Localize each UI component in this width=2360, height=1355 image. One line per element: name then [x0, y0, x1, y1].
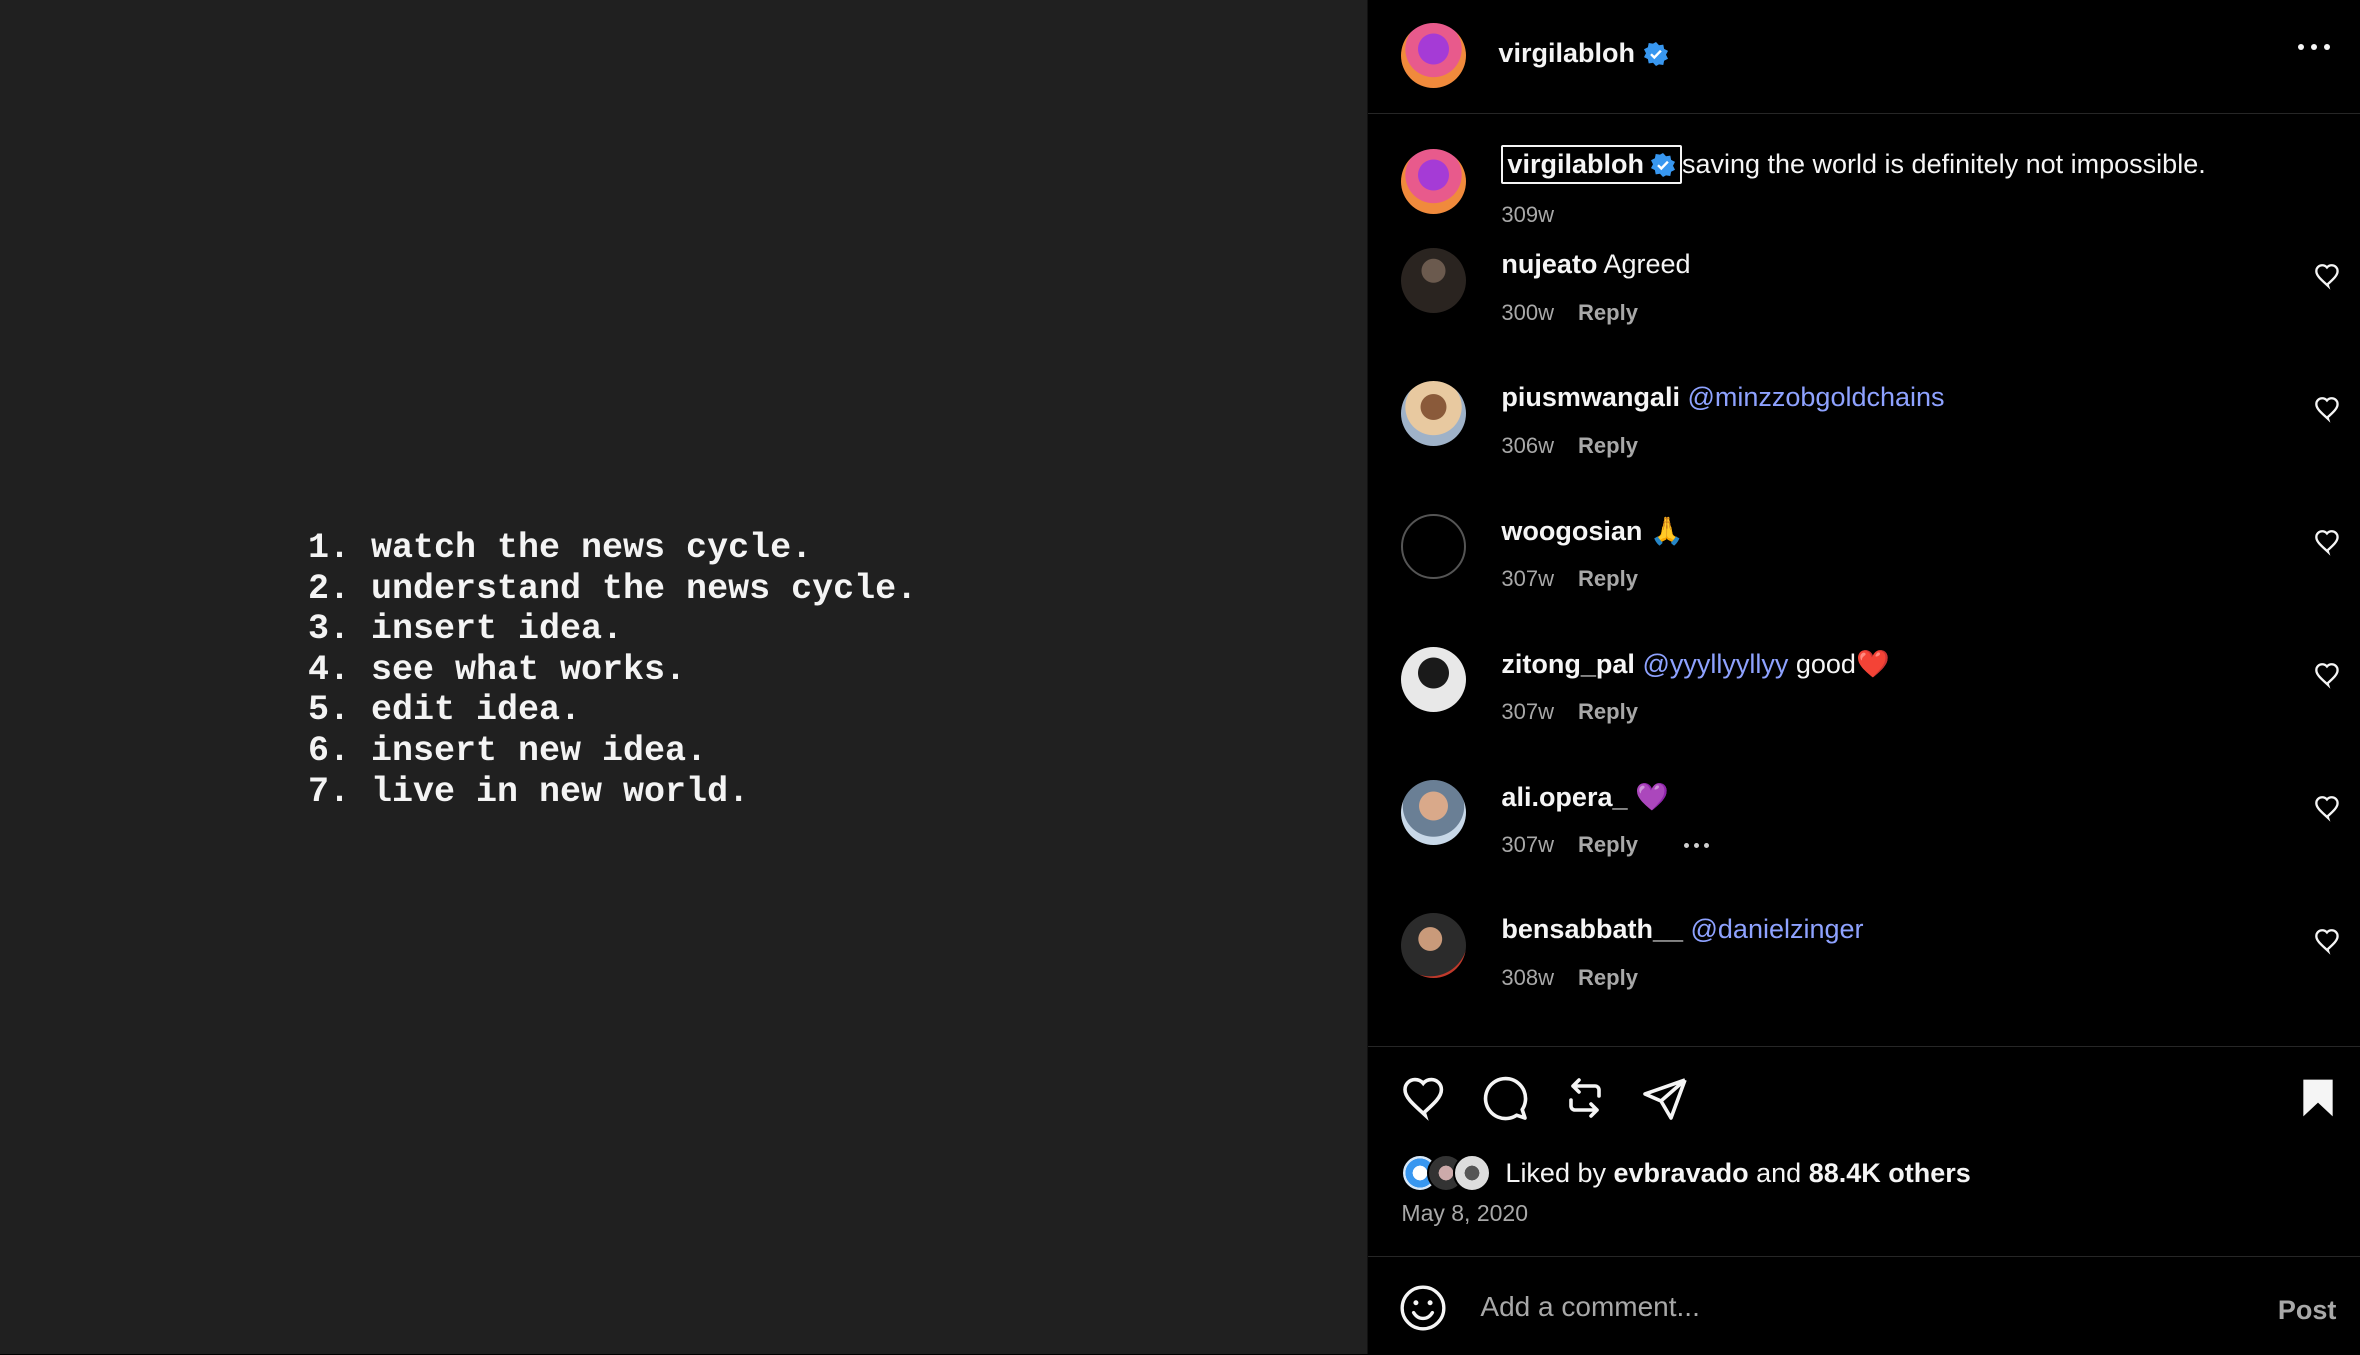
comment-time: 307w — [1501, 699, 1555, 724]
post-actions: Liked by evbravado and 88.4K others May … — [1368, 1046, 2360, 1226]
caption-username[interactable]: virgilabloh — [1507, 149, 1644, 180]
comment-time: 306w — [1501, 433, 1555, 458]
commenter-avatar[interactable] — [1401, 381, 1467, 446]
comment-line: bensabbath__ @danielzinger — [1501, 914, 1863, 945]
comment-time: 300w — [1501, 300, 1555, 325]
caption-avatar[interactable] — [1401, 149, 1467, 214]
liker-username[interactable]: evbravado — [1614, 1158, 1749, 1188]
image-line: 5. edit idea. — [308, 690, 582, 731]
like-comment-icon[interactable] — [2314, 395, 2342, 423]
comment-time: 307w — [1501, 832, 1555, 857]
author-name[interactable]: virgilabloh — [1498, 38, 1669, 69]
comment-emoji: ❤️ — [1855, 649, 1890, 679]
add-comment-bar: Post — [1368, 1256, 2360, 1355]
likes-summary[interactable]: Liked by evbravado and 88.4K others — [1401, 1154, 1971, 1192]
like-comment-icon[interactable] — [2314, 528, 2342, 556]
comment-text: Agreed — [1603, 249, 1691, 279]
caption-time: 309w — [1501, 202, 1555, 227]
post-comment-button[interactable]: Post — [2278, 1295, 2337, 1326]
post-sidebar: virgilabloh virgilabloh saving the world… — [1368, 0, 2360, 1354]
verified-badge-icon — [1650, 152, 1675, 177]
likes-others-count[interactable]: 88.4K others — [1809, 1158, 1971, 1188]
comment-meta: 308w Reply — [1501, 965, 1638, 991]
reply-button[interactable]: Reply — [1578, 832, 1638, 858]
reply-button[interactable]: Reply — [1578, 699, 1638, 725]
likes-joiner: and — [1756, 1157, 1802, 1188]
caption-meta: 309w — [1501, 202, 1554, 228]
bookmark-icon[interactable] — [2296, 1074, 2340, 1122]
post-image-text: 1. watch the news cycle. 2. understand t… — [308, 528, 917, 812]
caption-text: saving the world is definitely not impos… — [1681, 149, 2206, 179]
post-viewer: 1. watch the news cycle. 2. understand t… — [0, 0, 2360, 1354]
author-username[interactable]: virgilabloh — [1498, 38, 1635, 69]
reply-button[interactable]: Reply — [1578, 566, 1638, 592]
dot-icon — [2311, 44, 2318, 50]
image-line: 3. insert idea. — [308, 609, 624, 650]
comment-meta: 307w Reply — [1501, 832, 1709, 858]
likes-text: Liked by evbravado and 88.4K others — [1505, 1158, 1970, 1189]
dot-icon — [2324, 44, 2331, 50]
comment-username[interactable]: ali.opera_ — [1501, 782, 1627, 812]
like-icon[interactable] — [1401, 1074, 1449, 1122]
image-line: 7. live in new world. — [308, 771, 750, 812]
commenter-avatar[interactable] — [1401, 647, 1467, 712]
image-line: 6. insert new idea. — [308, 730, 708, 771]
comment-line: ali.opera_ 💜 — [1501, 781, 1668, 813]
comment-meta: 307w Reply — [1501, 566, 1638, 592]
share-icon[interactable] — [1641, 1074, 1689, 1122]
post-date[interactable]: May 8, 2020 — [1401, 1200, 1528, 1227]
caption-line: virgilabloh saving the world is definite… — [1501, 145, 2206, 184]
caption-username-link[interactable]: virgilabloh — [1501, 145, 1682, 184]
comment-meta: 300w Reply — [1501, 300, 1638, 326]
reply-button[interactable]: Reply — [1578, 965, 1638, 991]
post-image[interactable]: 1. watch the news cycle. 2. understand t… — [0, 0, 1369, 1354]
comment-username[interactable]: bensabbath__ — [1501, 914, 1683, 944]
comment-meta: 307w Reply — [1501, 699, 1638, 725]
commenter-avatar[interactable] — [1401, 514, 1467, 579]
reply-button[interactable]: Reply — [1578, 300, 1638, 326]
comment-meta: 306w Reply — [1501, 433, 1638, 459]
commenter-avatar[interactable] — [1401, 248, 1467, 313]
comment-username[interactable]: woogosian — [1501, 516, 1642, 546]
comment-username[interactable]: zitong_pal — [1501, 649, 1635, 679]
like-comment-icon[interactable] — [2314, 927, 2342, 955]
comment-text: good — [1795, 649, 1856, 679]
comment-time: 308w — [1501, 965, 1555, 990]
verified-badge-icon — [1643, 41, 1668, 66]
more-options-button[interactable] — [2298, 44, 2331, 50]
comment-mention[interactable]: @yyyllyyllyy — [1642, 649, 1788, 679]
comment-time: 307w — [1501, 566, 1555, 591]
comment-username[interactable]: nujeato — [1501, 249, 1597, 279]
commenter-avatar[interactable] — [1401, 780, 1467, 845]
post-header: virgilabloh — [1368, 0, 2360, 114]
comment-line: nujeato Agreed — [1501, 249, 1690, 280]
dot-icon — [2298, 44, 2305, 50]
author-avatar[interactable] — [1401, 23, 1467, 88]
reply-button[interactable]: Reply — [1578, 433, 1638, 459]
comment-options-button[interactable] — [1683, 842, 1709, 848]
comment-mention[interactable]: @danielzinger — [1691, 914, 1864, 944]
image-line: 2. understand the news cycle. — [308, 568, 918, 609]
comments-list[interactable]: virgilabloh saving the world is definite… — [1368, 115, 2360, 1045]
comment-emoji: 🙏 — [1649, 516, 1684, 546]
emoji-icon[interactable] — [1398, 1283, 1448, 1333]
comment-input[interactable] — [1478, 1279, 2203, 1335]
comment-emoji: 💜 — [1635, 782, 1669, 812]
image-line: 4. see what works. — [308, 649, 687, 690]
comment-line: piusmwangali @minzzobgoldchains — [1501, 382, 1944, 413]
comment-line: zitong_pal @yyyllyyllyy good❤️ — [1501, 648, 1889, 680]
like-comment-icon[interactable] — [2314, 262, 2342, 290]
commenter-avatar[interactable] — [1401, 913, 1467, 978]
comment-icon[interactable] — [1481, 1074, 1529, 1122]
comment-mention[interactable]: @minzzobgoldchains — [1687, 382, 1944, 412]
comment-line: woogosian 🙏 — [1501, 515, 1683, 547]
likes-prefix: Liked by — [1505, 1157, 1606, 1188]
comment-username[interactable]: piusmwangali — [1501, 382, 1680, 412]
like-comment-icon[interactable] — [2314, 794, 2342, 822]
image-line: 1. watch the news cycle. — [308, 528, 813, 568]
repost-icon[interactable] — [1561, 1074, 1609, 1122]
liker-avatar — [1453, 1154, 1492, 1192]
like-comment-icon[interactable] — [2314, 661, 2342, 689]
